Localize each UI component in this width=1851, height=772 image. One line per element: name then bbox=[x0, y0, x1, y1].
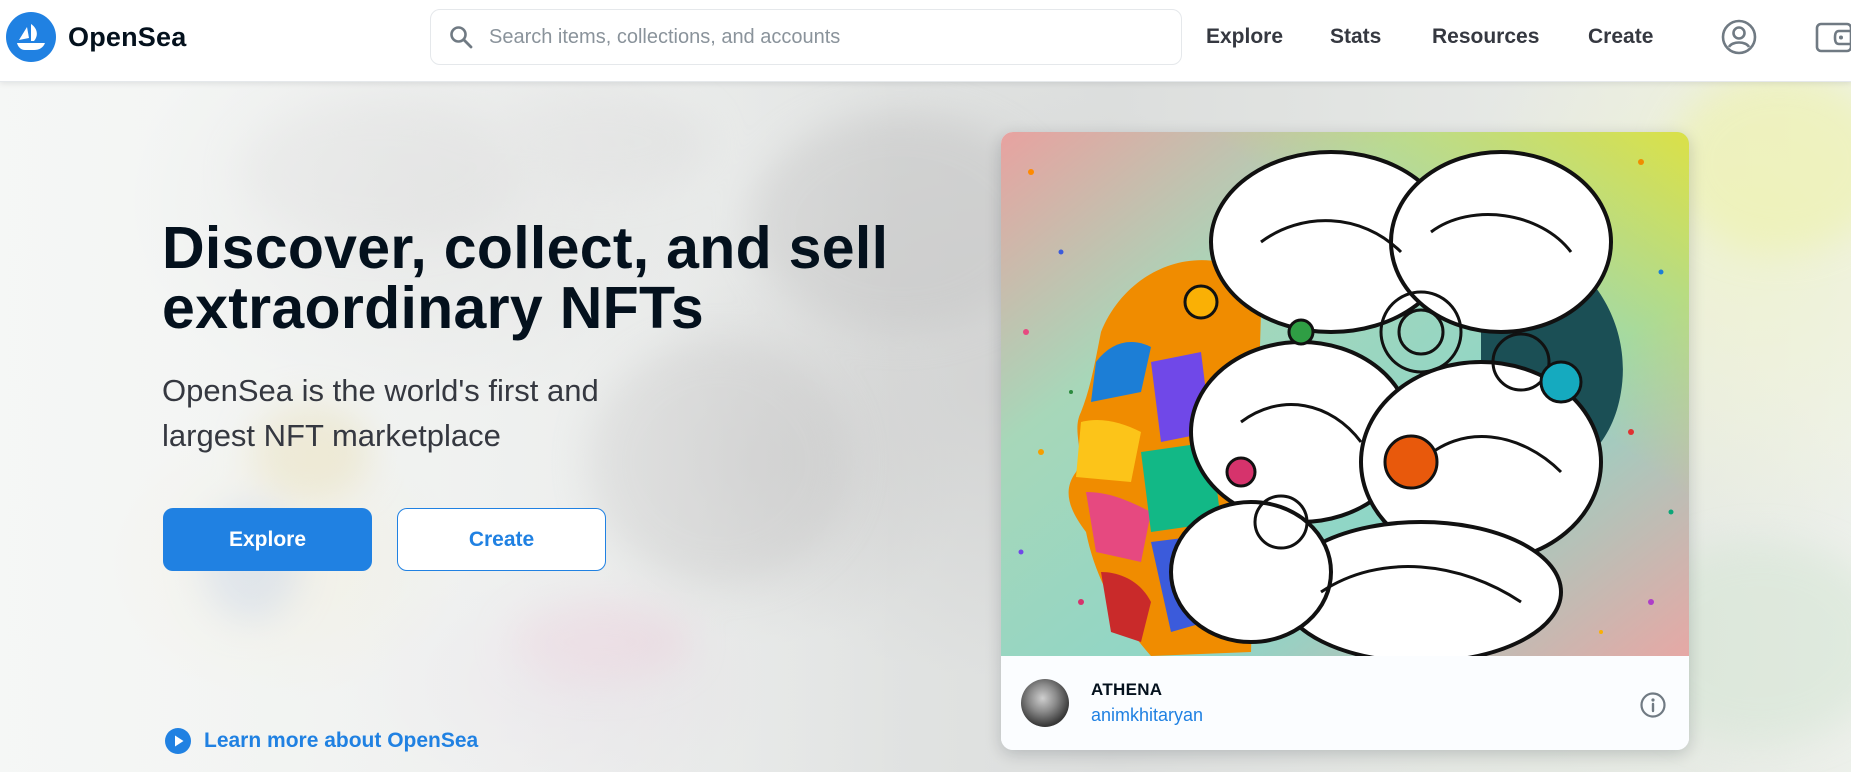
nav-explore[interactable]: Explore bbox=[1206, 25, 1283, 49]
brand-name: OpenSea bbox=[68, 21, 187, 52]
opensea-ship-icon bbox=[6, 12, 56, 62]
info-icon[interactable] bbox=[1639, 691, 1667, 719]
nav-resources[interactable]: Resources bbox=[1432, 25, 1539, 49]
play-circle-icon bbox=[164, 727, 192, 755]
featured-nft-card[interactable]: ATHENA animkhitaryan bbox=[1001, 132, 1689, 750]
wallet-icon[interactable] bbox=[1814, 18, 1851, 56]
create-button[interactable]: Create bbox=[397, 508, 606, 571]
featured-nft-name[interactable]: ATHENA bbox=[1091, 680, 1162, 700]
nav-stats[interactable]: Stats bbox=[1330, 25, 1381, 49]
learn-more-label: Learn more about OpenSea bbox=[204, 729, 479, 752]
hero-subtitle: OpenSea is the world's first and largest… bbox=[162, 373, 599, 453]
search-input[interactable] bbox=[487, 10, 1181, 64]
top-navbar: OpenSea Explore Stats Resources Create bbox=[0, 0, 1851, 82]
featured-nft-footer: ATHENA animkhitaryan bbox=[1001, 656, 1689, 750]
learn-more-link[interactable]: Learn more about OpenSea bbox=[164, 727, 478, 755]
featured-nft-creator[interactable]: animkhitaryan bbox=[1091, 705, 1203, 726]
brand-home-link[interactable]: OpenSea bbox=[6, 12, 186, 62]
hero-section: Discover, collect, and sell extraordinar… bbox=[0, 82, 1851, 772]
nav-create[interactable]: Create bbox=[1588, 25, 1653, 49]
account-circle-icon[interactable] bbox=[1720, 18, 1758, 56]
search-icon bbox=[447, 23, 475, 51]
creator-avatar[interactable] bbox=[1021, 679, 1069, 727]
search-bar[interactable] bbox=[430, 9, 1182, 65]
hero-title: Discover, collect, and sell extraordinar… bbox=[162, 215, 889, 341]
featured-nft-image bbox=[1001, 132, 1689, 656]
explore-button[interactable]: Explore bbox=[163, 508, 372, 571]
